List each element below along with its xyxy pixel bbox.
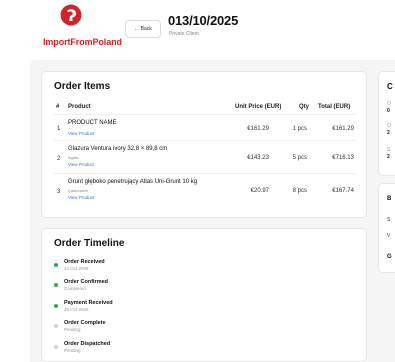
row-number: 3	[57, 189, 61, 195]
order-items-title: Order Items	[54, 81, 111, 92]
timeline-event-title: Order Dispatched	[64, 341, 111, 347]
timeline-event-sub: Pending	[64, 327, 81, 332]
summary-line: 2	[387, 130, 390, 136]
billing-line: G	[387, 254, 392, 260]
client-type: Private Client	[169, 31, 199, 37]
line-total: €161.29	[332, 126, 354, 132]
summary-line: 0	[387, 108, 390, 114]
timeline-event-title: Order Confirmed	[64, 279, 109, 285]
row-divider	[54, 140, 356, 141]
row-number: 2	[57, 156, 61, 162]
col-header-total: Total (EUR)	[318, 104, 351, 110]
order-timeline-card: Order Timeline Order Received 24 Oct 202…	[41, 228, 367, 362]
col-header-unit-price: Unit Price (EUR)	[235, 104, 282, 110]
unit-price: €161.29	[247, 126, 269, 132]
summary-line: 2	[387, 154, 390, 160]
view-product-link[interactable]: View Product	[68, 131, 94, 136]
billing-card-partial: B S V G	[378, 183, 395, 273]
product-name: Grunt głęboko penetrujący Atlas Uni-Grun…	[68, 179, 198, 185]
row-number: 1	[57, 126, 61, 132]
brand-logo[interactable]: ImportFromPoland	[43, 4, 123, 52]
billing-line: V	[387, 233, 391, 239]
line-total: €716.13	[332, 155, 354, 161]
logo-icon	[60, 4, 82, 26]
timeline-status-dot	[54, 324, 58, 328]
table-header-divider	[54, 114, 356, 115]
order-items-card: Order Items # Product Unit Price (EUR) Q…	[41, 71, 367, 218]
timeline-event-title: Order Received	[64, 259, 105, 265]
summary-card-partial: C O 0 O 2 S 2	[378, 71, 395, 176]
timeline-event-sub: Completed	[64, 286, 86, 291]
quantity: 8 pcs	[292, 188, 307, 194]
timeline-status-dot	[54, 283, 58, 287]
view-product-link[interactable]: View Product	[68, 162, 94, 167]
top-header: ImportFromPoland ← Back 013/10/2025 Priv…	[0, 0, 395, 60]
timeline-event-title: Payment Received	[64, 300, 113, 306]
brand-name: ImportFromPoland	[43, 37, 122, 47]
unit-price: €20.97	[250, 188, 269, 194]
col-header-qty: Qty	[299, 104, 310, 110]
quantity: 1 pcs	[292, 126, 307, 132]
summary-line: S	[387, 147, 391, 153]
timeline-event-sub: 24 Oct 2025	[64, 266, 89, 271]
summary-line: O	[387, 123, 391, 129]
timeline-status-dot	[54, 263, 58, 267]
row-divider	[54, 173, 356, 174]
timeline-status-dot	[54, 345, 58, 349]
quantity: 5 pcs	[292, 155, 307, 161]
timeline-event-title: Order Complete	[64, 320, 106, 326]
view-product-link[interactable]: View Product	[68, 195, 94, 200]
col-header-product: Product	[68, 104, 91, 110]
product-name: PRODUCT NAME	[68, 120, 117, 126]
summary-line: O	[387, 101, 391, 107]
product-brand: Castorama	[68, 188, 88, 193]
timeline-event-sub: 28 Oct 2025	[64, 307, 89, 312]
unit-price: €143.23	[247, 155, 269, 161]
timeline-status-dot	[54, 304, 58, 308]
timeline-event-sub: Pending	[64, 348, 81, 353]
back-button[interactable]: ← Back	[125, 20, 161, 38]
product-brand: Agata	[68, 155, 79, 160]
summary-card-heading: C	[387, 82, 393, 91]
line-total: €167.74	[332, 188, 354, 194]
col-header-num: #	[56, 104, 60, 110]
billing-line: S	[387, 217, 391, 223]
product-name: Glazura Ventura ivory 32,8 × 89,8 cm	[68, 146, 168, 152]
billing-card-heading: B	[387, 196, 392, 202]
page-title: 013/10/2025	[168, 13, 239, 28]
order-timeline-title: Order Timeline	[54, 238, 125, 249]
